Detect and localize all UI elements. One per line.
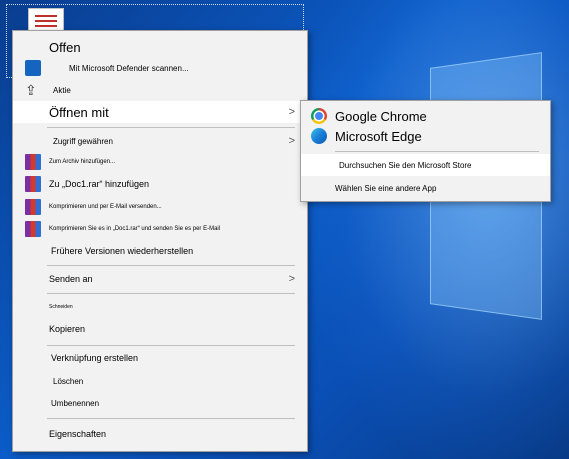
submenu-item-store[interactable]: Durchsuchen Sie den Microsoft Store — [301, 154, 550, 176]
open-with-submenu: Google Chrome Microsoft Edge Durchsuchen… — [300, 100, 551, 202]
submenu-item-chrome[interactable]: Google Chrome — [301, 106, 550, 126]
menu-item-properties[interactable]: Eigenschaften — [13, 424, 307, 444]
submenu-item-label: Microsoft Edge — [335, 128, 422, 144]
submenu-item-other-app[interactable]: Wählen Sie eine andere App — [301, 178, 550, 198]
menu-item-label: Mit Microsoft Defender scannen... — [69, 63, 189, 73]
menu-item-label: Frühere Versionen wiederherstellen — [51, 246, 194, 256]
separator — [47, 293, 295, 294]
menu-item-label: Zum Archiv hinzufügen... — [49, 159, 116, 165]
chevron-right-icon: > — [288, 135, 295, 147]
menu-item-previous-versions[interactable]: Frühere Versionen wiederherstellen — [13, 242, 307, 260]
menu-item-rename[interactable]: Umbenennen — [13, 394, 307, 412]
menu-item-delete[interactable]: Löschen — [13, 372, 307, 390]
menu-item-defender[interactable]: Mit Microsoft Defender scannen... — [13, 59, 307, 77]
menu-item-copy[interactable]: Kopieren — [13, 320, 307, 338]
winrar-icon — [25, 154, 41, 170]
chevron-right-icon: > — [288, 273, 295, 285]
submenu-item-label: Google Chrome — [335, 108, 427, 124]
submenu-item-label: Wählen Sie eine andere App — [335, 183, 437, 193]
separator — [47, 265, 295, 266]
separator — [47, 127, 295, 128]
menu-item-grant-access[interactable]: Zugriff gewähren > — [13, 132, 307, 150]
menu-item-label: Senden an — [49, 274, 93, 284]
menu-item-label: Offen — [49, 39, 81, 55]
menu-item-label: Eigenschaften — [49, 429, 107, 439]
menu-item-label: Zugriff gewähren — [53, 136, 113, 146]
submenu-item-edge[interactable]: Microsoft Edge — [301, 126, 550, 146]
context-menu: Offen Mit Microsoft Defender scannen... … — [12, 30, 308, 452]
menu-item-label: Löschen — [53, 376, 84, 386]
menu-item-compress-rar-email[interactable]: Komprimieren Sie es in „Doc1.rar“ und se… — [13, 220, 307, 238]
menu-item-label: Verknüpfung erstellen — [51, 353, 139, 363]
menu-item-label: Öffnen mit — [49, 104, 109, 120]
menu-item-label: Umbenennen — [51, 398, 100, 408]
chevron-right-icon: > — [288, 106, 295, 118]
menu-item-label: Kopieren — [49, 324, 86, 334]
menu-item-add-rar[interactable]: Zu „Doc1.rar“ hinzufügen — [13, 175, 307, 193]
menu-item-open[interactable]: Offen — [13, 37, 307, 57]
menu-item-cut[interactable]: Schneiden — [13, 299, 307, 315]
winrar-icon — [25, 176, 41, 192]
winrar-icon — [25, 221, 41, 237]
chrome-icon — [311, 108, 327, 124]
wallpaper-pane — [430, 182, 542, 320]
edge-icon — [311, 128, 327, 144]
menu-item-label: Komprimieren Sie es in „Doc1.rar“ und se… — [49, 226, 221, 232]
separator — [335, 151, 539, 152]
share-icon: ⇪ — [25, 82, 37, 98]
shield-icon — [25, 60, 41, 76]
menu-item-send-to[interactable]: Senden an > — [13, 269, 307, 289]
submenu-item-label: Durchsuchen Sie den Microsoft Store — [339, 160, 472, 170]
menu-item-create-shortcut[interactable]: Verknüpfung erstellen — [13, 349, 307, 367]
menu-item-share[interactable]: ⇪ Aktie — [13, 81, 307, 99]
separator — [47, 418, 295, 419]
menu-item-label: Zu „Doc1.rar“ hinzufügen — [49, 179, 150, 189]
menu-item-label: Komprimieren und per E-Mail versenden... — [49, 204, 162, 210]
menu-item-add-archive[interactable]: Zum Archiv hinzufügen... — [13, 153, 307, 171]
winrar-icon — [25, 199, 41, 215]
menu-item-label: Aktie — [53, 85, 71, 95]
menu-item-label: Schneiden — [49, 304, 73, 310]
menu-item-open-with[interactable]: Öffnen mit > — [13, 101, 307, 123]
menu-item-compress-email[interactable]: Komprimieren und per E-Mail versenden... — [13, 198, 307, 216]
separator — [47, 345, 295, 346]
